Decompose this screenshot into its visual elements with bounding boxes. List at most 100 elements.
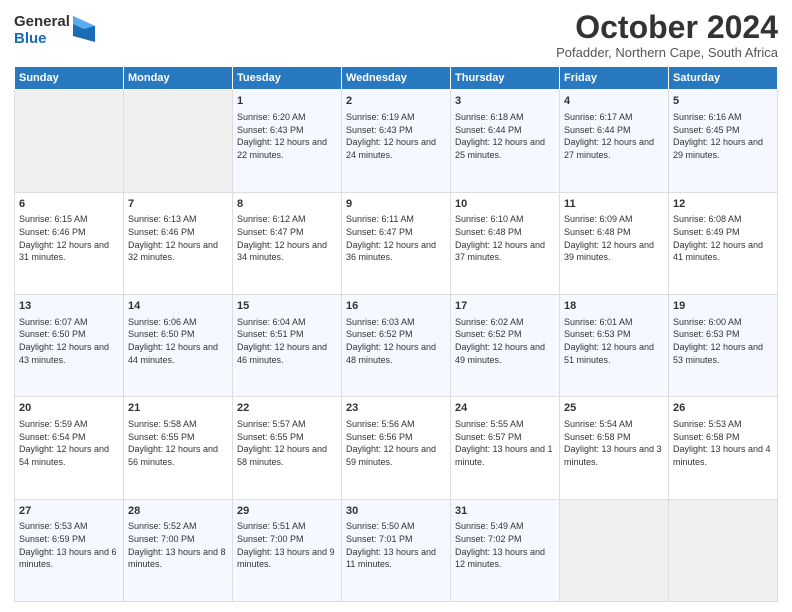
- cell-info-text: Sunrise: 5:59 AM Sunset: 6:54 PM Dayligh…: [19, 418, 119, 468]
- calendar-week-5: 27Sunrise: 5:53 AM Sunset: 6:59 PM Dayli…: [15, 499, 778, 601]
- cell-info-text: Sunrise: 6:15 AM Sunset: 6:46 PM Dayligh…: [19, 213, 119, 263]
- cell-date-number: 19: [673, 299, 773, 314]
- calendar-cell: 6Sunrise: 6:15 AM Sunset: 6:46 PM Daylig…: [15, 192, 124, 294]
- cell-date-number: 27: [19, 504, 119, 519]
- cell-info-text: Sunrise: 5:53 AM Sunset: 6:58 PM Dayligh…: [673, 418, 773, 468]
- cell-info-text: Sunrise: 6:06 AM Sunset: 6:50 PM Dayligh…: [128, 316, 228, 366]
- cell-info-text: Sunrise: 5:51 AM Sunset: 7:00 PM Dayligh…: [237, 520, 337, 570]
- cell-date-number: 15: [237, 299, 337, 314]
- calendar-cell: 26Sunrise: 5:53 AM Sunset: 6:58 PM Dayli…: [669, 397, 778, 499]
- calendar-cell: 30Sunrise: 5:50 AM Sunset: 7:01 PM Dayli…: [342, 499, 451, 601]
- col-saturday: Saturday: [669, 67, 778, 90]
- calendar-cell: 25 Sunrise: 5:54 AM Sunset: 6:58 PM Dayli…: [560, 397, 669, 499]
- calendar-cell: 4 Sunrise: 6:17 AM Sunset: 6:44 PM Daylig…: [560, 90, 669, 192]
- cell-date-number: 11: [564, 197, 664, 212]
- col-wednesday: Wednesday: [342, 67, 451, 90]
- calendar-cell: 9Sunrise: 6:11 AM Sunset: 6:47 PM Daylig…: [342, 192, 451, 294]
- calendar-cell: 13 Sunrise: 6:07 AM Sunset: 6:50 PM Dayli…: [15, 294, 124, 396]
- calendar-cell: [669, 499, 778, 601]
- cell-info-text: Sunrise: 6:17 AM Sunset: 6:44 PM Dayligh…: [564, 111, 664, 161]
- cell-date-number: 29: [237, 504, 337, 519]
- calendar-cell: 12Sunrise: 6:08 AM Sunset: 6:49 PM Dayli…: [669, 192, 778, 294]
- col-thursday: Thursday: [451, 67, 560, 90]
- cell-info-text: Sunrise: 6:07 AM Sunset: 6:50 PM Dayligh…: [19, 316, 119, 366]
- cell-info-text: Sunrise: 6:00 AM Sunset: 6:53 PM Dayligh…: [673, 316, 773, 366]
- cell-date-number: 31: [455, 504, 555, 519]
- cell-date-number: 17: [455, 299, 555, 314]
- calendar-cell: 24Sunrise: 5:55 AM Sunset: 6:57 PM Dayli…: [451, 397, 560, 499]
- calendar-cell: 29Sunrise: 5:51 AM Sunset: 7:00 PM Dayli…: [233, 499, 342, 601]
- calendar-cell: 16 Sunrise: 6:03 AM Sunset: 6:52 PM Dayli…: [342, 294, 451, 396]
- cell-info-text: Sunrise: 6:09 AM Sunset: 6:48 PM Dayligh…: [564, 213, 664, 263]
- calendar-cell: [124, 90, 233, 192]
- cell-info-text: Sunrise: 6:10 AM Sunset: 6:48 PM Dayligh…: [455, 213, 555, 263]
- cell-info-text: Sunrise: 6:11 AM Sunset: 6:47 PM Dayligh…: [346, 213, 446, 263]
- calendar-cell: 22Sunrise: 5:57 AM Sunset: 6:55 PM Dayli…: [233, 397, 342, 499]
- location: Pofadder, Northern Cape, South Africa: [556, 45, 778, 60]
- cell-info-text: Sunrise: 6:13 AM Sunset: 6:46 PM Dayligh…: [128, 213, 228, 263]
- col-friday: Friday: [560, 67, 669, 90]
- logo-general-text: General: [14, 14, 70, 31]
- cell-info-text: Sunrise: 6:03 AM Sunset: 6:52 PM Dayligh…: [346, 316, 446, 366]
- cell-info-text: Sunrise: 6:19 AM Sunset: 6:43 PM Dayligh…: [346, 111, 446, 161]
- calendar-cell: 28Sunrise: 5:52 AM Sunset: 7:00 PM Dayli…: [124, 499, 233, 601]
- calendar-cell: 5 Sunrise: 6:16 AM Sunset: 6:45 PM Daylig…: [669, 90, 778, 192]
- title-block: October 2024 Pofadder, Northern Cape, So…: [556, 10, 778, 60]
- cell-info-text: Sunrise: 5:53 AM Sunset: 6:59 PM Dayligh…: [19, 520, 119, 570]
- cell-date-number: 13: [19, 299, 119, 314]
- cell-date-number: 2: [346, 94, 446, 109]
- col-sunday: Sunday: [15, 67, 124, 90]
- calendar-cell: 2 Sunrise: 6:19 AM Sunset: 6:43 PM Daylig…: [342, 90, 451, 192]
- calendar: Sunday Monday Tuesday Wednesday Thursday…: [14, 66, 778, 602]
- cell-date-number: 5: [673, 94, 773, 109]
- calendar-cell: 14 Sunrise: 6:06 AM Sunset: 6:50 PM Dayli…: [124, 294, 233, 396]
- cell-date-number: 30: [346, 504, 446, 519]
- header: General Blue October 2024 Pofadder, Nort…: [14, 10, 778, 60]
- cell-date-number: 1: [237, 94, 337, 109]
- calendar-cell: 27Sunrise: 5:53 AM Sunset: 6:59 PM Dayli…: [15, 499, 124, 601]
- calendar-cell: 15Sunrise: 6:04 AM Sunset: 6:51 PM Dayli…: [233, 294, 342, 396]
- header-row: Sunday Monday Tuesday Wednesday Thursday…: [15, 67, 778, 90]
- cell-date-number: 4: [564, 94, 664, 109]
- calendar-cell: 20 Sunrise: 5:59 AM Sunset: 6:54 PM Dayli…: [15, 397, 124, 499]
- cell-date-number: 23: [346, 401, 446, 416]
- cell-info-text: Sunrise: 5:50 AM Sunset: 7:01 PM Dayligh…: [346, 520, 446, 570]
- calendar-cell: 8Sunrise: 6:12 AM Sunset: 6:47 PM Daylig…: [233, 192, 342, 294]
- cell-date-number: 25: [564, 401, 664, 416]
- cell-date-number: 16: [346, 299, 446, 314]
- calendar-cell: [560, 499, 669, 601]
- cell-date-number: 14: [128, 299, 228, 314]
- calendar-body: 1Sunrise: 6:20 AM Sunset: 6:43 PM Daylig…: [15, 90, 778, 602]
- cell-date-number: 10: [455, 197, 555, 212]
- cell-info-text: Sunrise: 5:54 AM Sunset: 6:58 PM Dayligh…: [564, 418, 664, 468]
- cell-date-number: 21: [128, 401, 228, 416]
- calendar-week-3: 13 Sunrise: 6:07 AM Sunset: 6:50 PM Dayli…: [15, 294, 778, 396]
- calendar-cell: 10Sunrise: 6:10 AM Sunset: 6:48 PM Dayli…: [451, 192, 560, 294]
- cell-date-number: 8: [237, 197, 337, 212]
- cell-date-number: 3: [455, 94, 555, 109]
- calendar-header: Sunday Monday Tuesday Wednesday Thursday…: [15, 67, 778, 90]
- logo-blue-text: Blue: [14, 31, 70, 48]
- cell-info-text: Sunrise: 5:58 AM Sunset: 6:55 PM Dayligh…: [128, 418, 228, 468]
- cell-date-number: 20: [19, 401, 119, 416]
- cell-info-text: Sunrise: 6:01 AM Sunset: 6:53 PM Dayligh…: [564, 316, 664, 366]
- cell-info-text: Sunrise: 6:12 AM Sunset: 6:47 PM Dayligh…: [237, 213, 337, 263]
- cell-date-number: 6: [19, 197, 119, 212]
- cell-date-number: 28: [128, 504, 228, 519]
- col-tuesday: Tuesday: [233, 67, 342, 90]
- calendar-week-4: 20 Sunrise: 5:59 AM Sunset: 6:54 PM Dayli…: [15, 397, 778, 499]
- cell-date-number: 24: [455, 401, 555, 416]
- cell-info-text: Sunrise: 6:08 AM Sunset: 6:49 PM Dayligh…: [673, 213, 773, 263]
- calendar-cell: 21 Sunrise: 5:58 AM Sunset: 6:55 PM Dayli…: [124, 397, 233, 499]
- calendar-cell: 3Sunrise: 6:18 AM Sunset: 6:44 PM Daylig…: [451, 90, 560, 192]
- col-monday: Monday: [124, 67, 233, 90]
- calendar-cell: 23Sunrise: 5:56 AM Sunset: 6:56 PM Dayli…: [342, 397, 451, 499]
- calendar-cell: 19 Sunrise: 6:00 AM Sunset: 6:53 PM Dayli…: [669, 294, 778, 396]
- page: General Blue October 2024 Pofadder, Nort…: [0, 0, 792, 612]
- cell-date-number: 9: [346, 197, 446, 212]
- cell-date-number: 22: [237, 401, 337, 416]
- calendar-cell: 17Sunrise: 6:02 AM Sunset: 6:52 PM Dayli…: [451, 294, 560, 396]
- cell-info-text: Sunrise: 6:16 AM Sunset: 6:45 PM Dayligh…: [673, 111, 773, 161]
- calendar-cell: 31Sunrise: 5:49 AM Sunset: 7:02 PM Dayli…: [451, 499, 560, 601]
- calendar-cell: 1Sunrise: 6:20 AM Sunset: 6:43 PM Daylig…: [233, 90, 342, 192]
